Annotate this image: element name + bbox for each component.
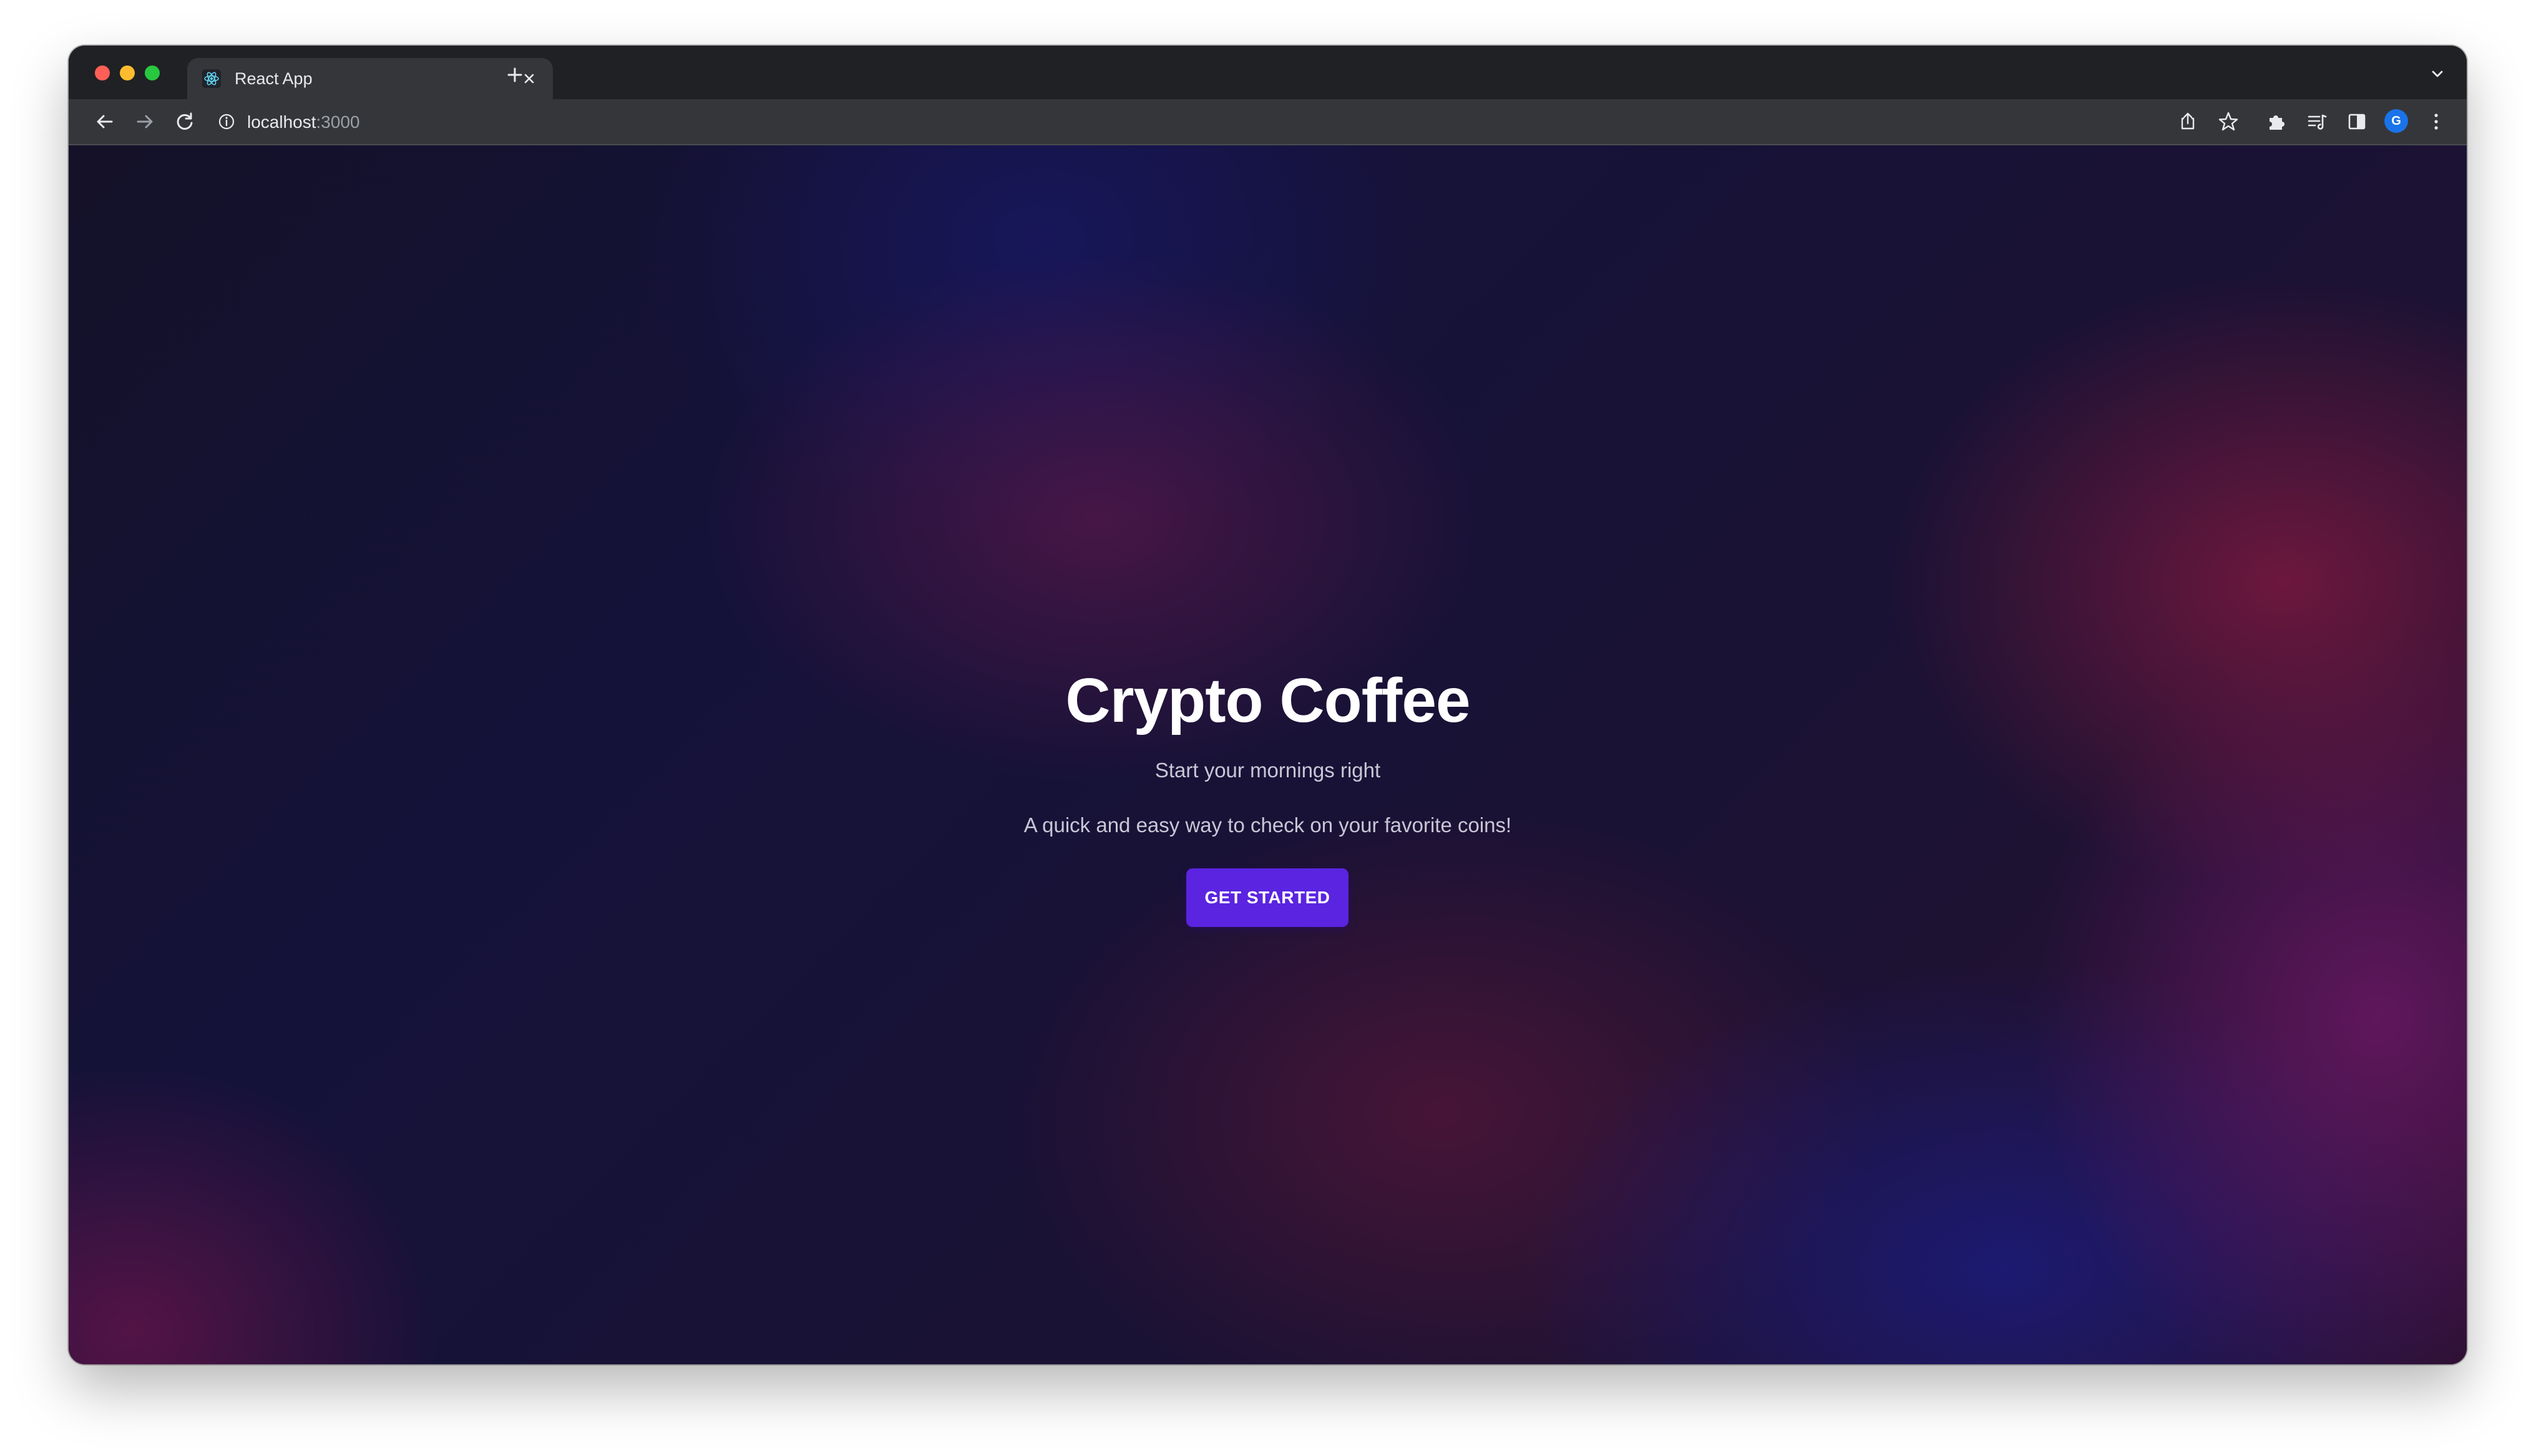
reload-icon[interactable] bbox=[173, 110, 196, 133]
tab-title: React App bbox=[235, 69, 313, 88]
url-text[interactable]: localhost:3000 bbox=[247, 112, 360, 133]
new-tab-plus-icon[interactable] bbox=[504, 64, 525, 85]
tab-react-app[interactable]: React App bbox=[187, 58, 553, 99]
side-panel-icon[interactable] bbox=[2346, 110, 2368, 133]
page-viewport: Crypto Coffee Start your mornings right … bbox=[69, 145, 2467, 1364]
page-title: Crypto Coffee bbox=[1065, 666, 1470, 735]
url-host: localhost bbox=[247, 112, 316, 132]
profile-avatar[interactable]: G bbox=[2384, 109, 2408, 133]
address-bar[interactable] bbox=[212, 105, 2246, 138]
arrow-back-icon[interactable] bbox=[94, 110, 116, 133]
page-subtitle: Start your mornings right bbox=[1154, 759, 1381, 782]
reading-list-icon[interactable] bbox=[2306, 110, 2328, 133]
get-started-button[interactable]: GET STARTED bbox=[1186, 868, 1348, 927]
info-icon[interactable] bbox=[217, 112, 236, 131]
close-window-button[interactable] bbox=[95, 66, 110, 80]
hero-section: Crypto Coffee Start your mornings right … bbox=[69, 145, 2467, 1364]
star-icon[interactable] bbox=[2217, 110, 2240, 133]
url-port: :3000 bbox=[316, 112, 360, 132]
chevron-down-icon[interactable] bbox=[2427, 63, 2448, 84]
react-logo-icon bbox=[202, 69, 221, 88]
arrow-forward-icon[interactable] bbox=[134, 110, 156, 133]
kebab-menu-icon[interactable] bbox=[2425, 110, 2447, 133]
browser-window: React App localhost:3000 G Crypto Coffee… bbox=[69, 46, 2467, 1364]
tab-strip: React App bbox=[69, 46, 2467, 99]
page-description: A quick and easy way to check on your fa… bbox=[1023, 813, 1512, 837]
maximize-window-button[interactable] bbox=[145, 66, 160, 80]
minimize-window-button[interactable] bbox=[120, 66, 135, 80]
share-icon[interactable] bbox=[2177, 110, 2199, 133]
puzzle-icon[interactable] bbox=[2265, 110, 2288, 133]
browser-toolbar: localhost:3000 G bbox=[69, 99, 2467, 145]
